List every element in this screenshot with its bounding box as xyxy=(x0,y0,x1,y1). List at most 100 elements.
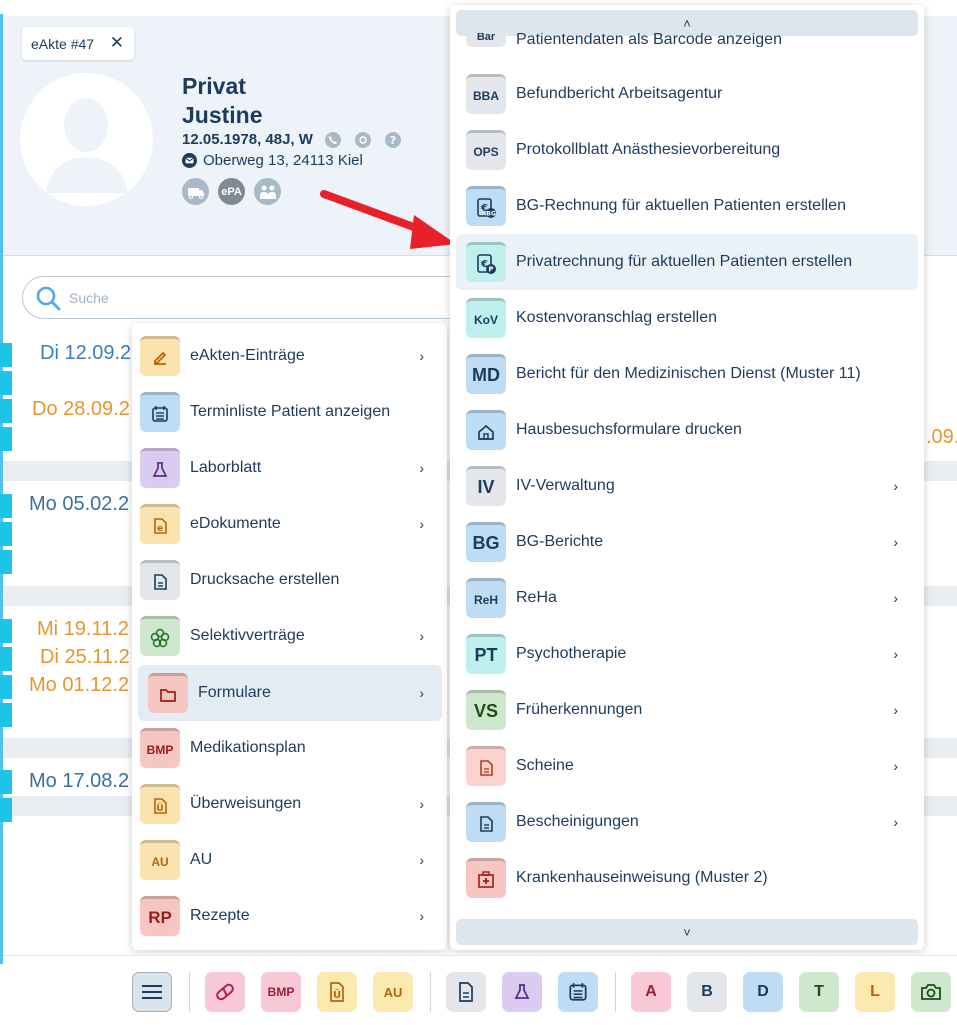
camera-icon xyxy=(921,984,941,1000)
timeline-date[interactable]: Di 12.09.2 xyxy=(40,342,131,365)
menu-item-psychotherapie[interactable]: PT Psychotherapie › xyxy=(466,633,916,675)
menu-item-barcode[interactable]: Bar Patientendaten als Barcode anzeigen xyxy=(466,33,916,47)
menu-item-label: Privatrechnung für aktuellen Patienten e… xyxy=(516,253,853,270)
menu-item-iv-verwaltung[interactable]: IV IV-Verwaltung › xyxy=(466,465,916,507)
chevron-right-icon: › xyxy=(419,516,424,532)
menu-item-medizinischer-dienst[interactable]: MD Bericht für den Medizinischen Dienst … xyxy=(466,353,916,395)
vs-icon: VS xyxy=(466,690,506,730)
referral-button[interactable]: Ü xyxy=(317,972,357,1012)
menu-item-label: Krankenhauseinweisung (Muster 2) xyxy=(516,869,768,886)
patient-address: Oberweg 13, 24113 Kiel xyxy=(203,152,363,169)
appointments-button[interactable] xyxy=(558,972,598,1012)
chevron-right-icon: › xyxy=(893,758,898,774)
menu-item-medikationsplan[interactable]: BMP Medikationsplan xyxy=(140,727,442,769)
menu-item-ueberweisungen[interactable]: Ü Überweisungen › xyxy=(140,783,442,825)
menu-item-scheine[interactable]: Scheine › xyxy=(466,745,916,787)
folder-icon xyxy=(148,673,188,713)
menu-item-laborblatt[interactable]: Laborblatt › xyxy=(140,447,442,489)
medication-button[interactable] xyxy=(205,972,245,1012)
menu-item-label: Befundbericht Arbeitsagentur xyxy=(516,85,723,102)
patient-name: Privat Justine xyxy=(182,72,263,130)
menu-item-protokollblatt[interactable]: OPS Protokollblatt Anästhesievorbereitun… xyxy=(466,129,916,171)
svg-text:e: e xyxy=(157,524,163,534)
chevron-right-icon: › xyxy=(419,348,424,364)
hamburger-menu-button[interactable] xyxy=(132,972,172,1012)
tab-close-icon[interactable]: ✕ xyxy=(110,33,124,53)
menu-item-edokumente[interactable]: e eDokumente › xyxy=(140,503,442,545)
category-d-button[interactable]: D xyxy=(743,972,783,1012)
tab-eakte[interactable]: eAkte #47 ✕ xyxy=(22,27,134,60)
menu-item-au[interactable]: AU AU › xyxy=(140,839,442,881)
bmp-button[interactable]: BMP xyxy=(261,972,301,1012)
referral-icon: Ü xyxy=(330,982,344,1002)
menu-item-reha[interactable]: ReH ReHa › xyxy=(466,577,916,619)
menu-item-frueherkennungen[interactable]: VS Früherkennungen › xyxy=(466,689,916,731)
bg-icon: BG xyxy=(466,522,506,562)
chevron-right-icon: › xyxy=(419,796,424,812)
svg-text:P: P xyxy=(488,265,493,273)
bba-icon: BBA xyxy=(466,74,506,114)
timeline-marker xyxy=(0,798,12,822)
menu-item-label: Scheine xyxy=(516,757,574,774)
help-icon[interactable]: ? xyxy=(385,131,402,149)
iv-icon: IV xyxy=(466,466,506,506)
document-button[interactable] xyxy=(446,972,486,1012)
menu-item-rezepte[interactable]: RP Rezepte › xyxy=(140,895,442,937)
timeline-date[interactable]: Mo 05.02.2 xyxy=(29,493,129,516)
avatar[interactable] xyxy=(20,73,153,206)
menu-item-eakten-eintraege[interactable]: eAkten-Einträge › xyxy=(140,335,442,377)
menu-item-formulare[interactable]: Formulare › xyxy=(138,665,442,721)
menu-item-befundbericht[interactable]: BBA Befundbericht Arbeitsagentur xyxy=(466,73,916,115)
menu-item-label: Rezepte xyxy=(190,907,250,924)
menu-item-hausbesuch[interactable]: Hausbesuchsformulare drucken xyxy=(466,409,916,451)
family-icon[interactable] xyxy=(254,178,281,205)
camera-button[interactable] xyxy=(911,972,951,1012)
category-t-button[interactable]: T xyxy=(799,972,839,1012)
svg-text:Ü: Ü xyxy=(333,987,341,1001)
menu-item-bg-rechnung[interactable]: € BG BG-Rechnung für aktuellen Patienten … xyxy=(466,185,916,227)
scroll-down-button[interactable]: ˅ xyxy=(456,919,918,945)
document-icon xyxy=(466,802,506,842)
menu-item-krankenhauseinweisung[interactable]: Krankenhauseinweisung (Muster 2) xyxy=(466,857,916,899)
menu-item-label: eDokumente xyxy=(190,515,281,532)
lab-button[interactable] xyxy=(502,972,542,1012)
menu-item-label: Laborblatt xyxy=(190,459,262,476)
menu-item-drucksache[interactable]: Drucksache erstellen xyxy=(140,559,442,601)
chevron-right-icon: › xyxy=(893,478,898,494)
menu-item-kostenvoranschlag[interactable]: KoV Kostenvoranschlag erstellen xyxy=(466,297,916,339)
menu-item-label: Drucksache erstellen xyxy=(190,571,340,588)
chevron-right-icon: › xyxy=(893,646,898,662)
menu-item-terminliste[interactable]: Terminliste Patient anzeigen xyxy=(140,391,442,433)
chevron-right-icon: › xyxy=(419,908,424,924)
menu-item-label: Überweisungen xyxy=(190,795,302,812)
menu-item-label: Patientendaten als Barcode anzeigen xyxy=(516,33,782,47)
menu-item-label: Hausbesuchsformulare drucken xyxy=(516,421,742,438)
timeline-date[interactable]: Mo 17.08.2 xyxy=(29,770,129,793)
timeline-date[interactable]: Do 28.09.2 xyxy=(32,398,130,421)
timeline-date[interactable]: Mo 01.12.2 xyxy=(29,674,129,697)
category-b-button[interactable]: B xyxy=(687,972,727,1012)
timeline-marker xyxy=(0,619,12,643)
menu-item-selektivvertraege[interactable]: Selektivverträge › xyxy=(140,615,442,657)
certificate-doc-icon xyxy=(466,746,506,786)
email-at-icon[interactable] xyxy=(355,131,375,149)
patient-firstname: Justine xyxy=(182,102,263,128)
category-l-button[interactable]: L xyxy=(855,972,895,1012)
menu-item-label: Kostenvoranschlag erstellen xyxy=(516,309,718,326)
category-a-button[interactable]: A xyxy=(631,972,671,1012)
menu-item-bescheinigungen[interactable]: Bescheinigungen › xyxy=(466,801,916,843)
epa-badge[interactable]: ePA xyxy=(218,178,245,205)
ambulance-icon[interactable] xyxy=(182,178,209,205)
menu-item-label: BG-Rechnung für aktuellen Patienten erst… xyxy=(516,197,846,214)
svg-text:BG: BG xyxy=(486,210,496,217)
chevron-right-icon: › xyxy=(893,702,898,718)
menu-item-label: Medikationsplan xyxy=(190,739,306,756)
phone-icon[interactable] xyxy=(325,131,345,149)
timeline-marker xyxy=(0,522,12,546)
au-button[interactable]: AU xyxy=(373,972,413,1012)
menu-item-privatrechnung[interactable]: € P Privatrechnung für aktuellen Patiente… xyxy=(456,234,918,290)
timeline-date[interactable]: Mi 19.11.2 xyxy=(37,618,129,641)
timeline-date[interactable]: Di 25.11.2 xyxy=(40,646,130,669)
menu-item-bg-berichte[interactable]: BG BG-Berichte › xyxy=(466,521,916,563)
ops-icon: OPS xyxy=(466,130,506,170)
